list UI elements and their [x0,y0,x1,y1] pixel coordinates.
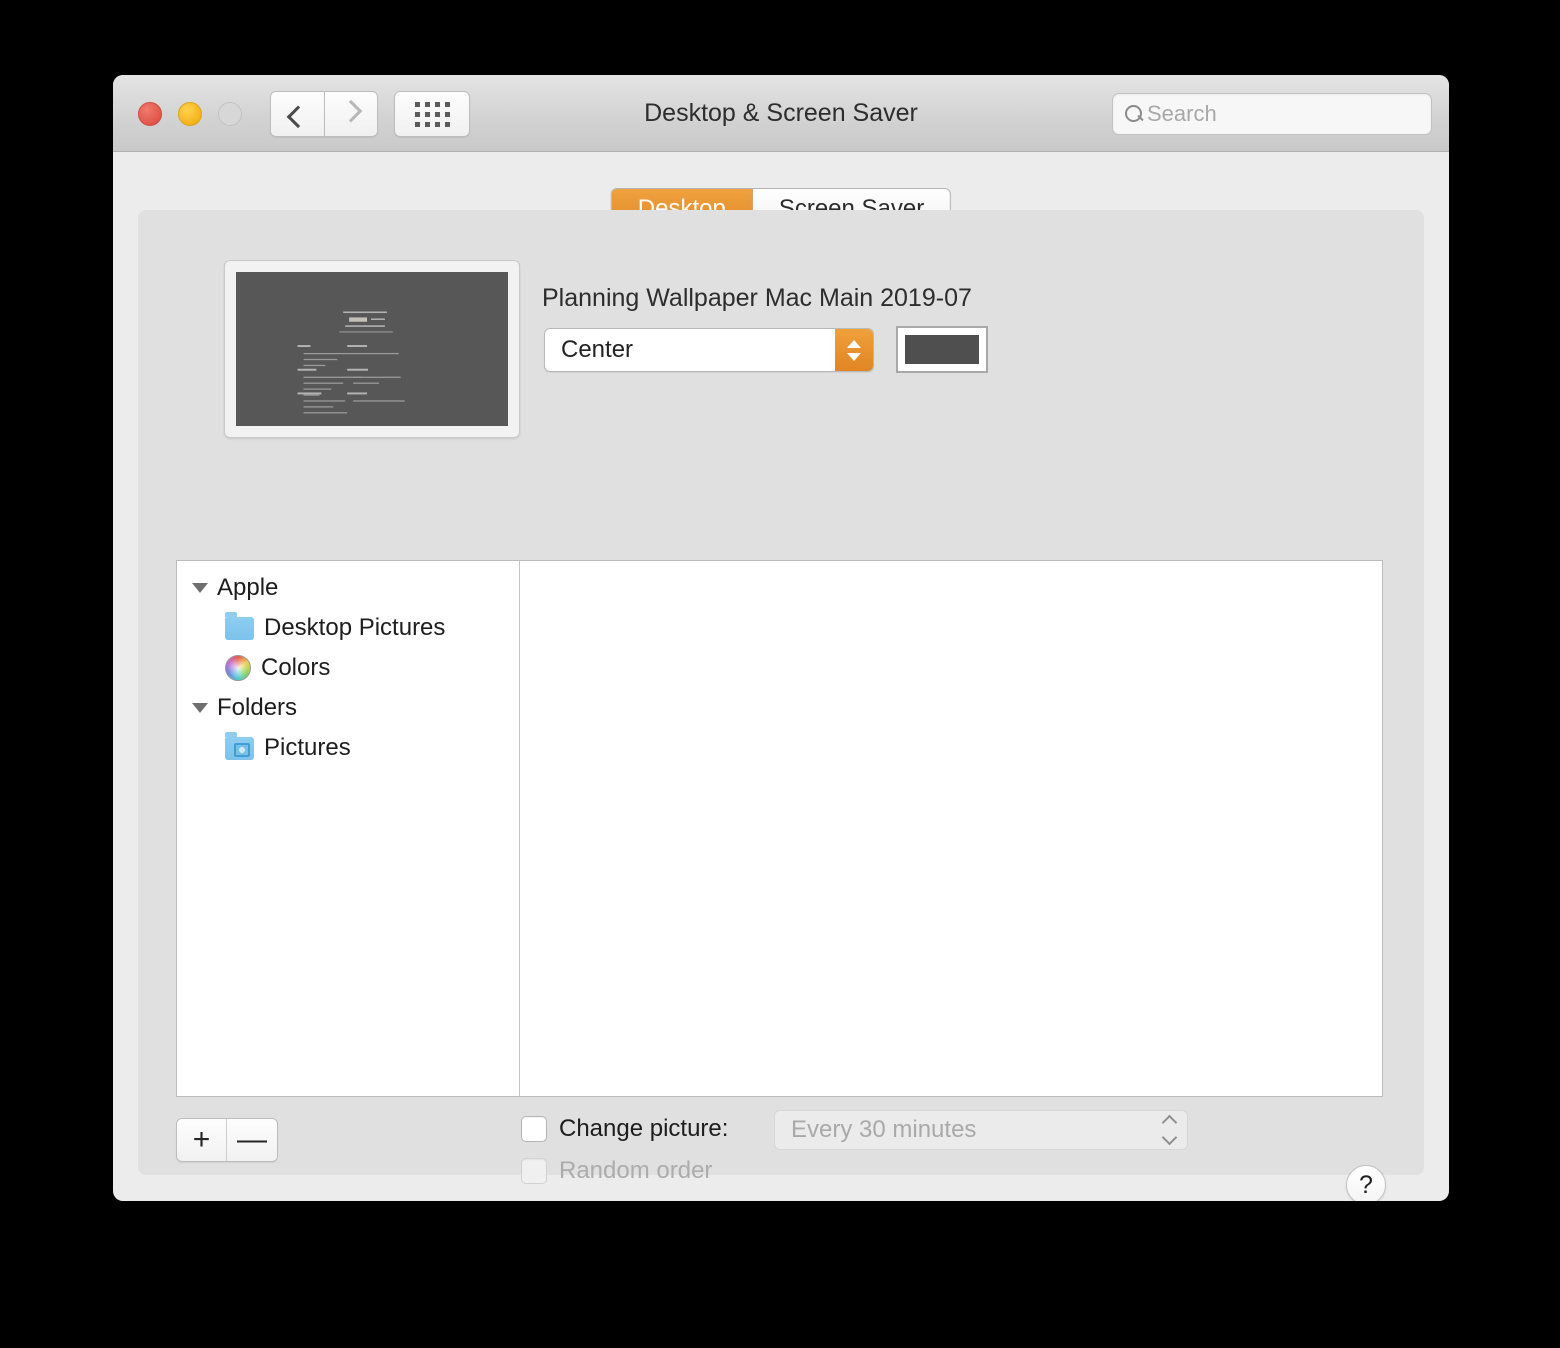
disclosure-triangle-open-icon[interactable] [192,583,208,593]
tree-group-folders[interactable]: Folders [177,688,519,728]
color-wheel-icon [225,655,251,681]
random-order-checkbox[interactable] [521,1158,547,1184]
change-picture-checkbox[interactable] [521,1116,547,1142]
window-titlebar: Desktop & Screen Saver Search [113,75,1449,152]
change-interval-popup[interactable]: Every 30 minutes [774,1110,1188,1150]
blue-folder-icon [225,611,254,640]
sidebar-item-colors[interactable]: Colors [177,648,519,688]
sidebar-item-label: Colors [261,654,331,681]
search-icon [1123,103,1145,125]
desktop-preview-image [236,272,508,426]
wallpaper-name-label: Planning Wallpaper Mac Main 2019-07 [542,284,972,312]
content-panel: Planning Wallpaper Mac Main 2019-07 Cent… [138,210,1424,1201]
sidebar-item-desktop-pictures[interactable]: Desktop Pictures [177,608,519,648]
tree-group-label: Folders [217,694,298,721]
tree-group-label: Apple [217,574,279,601]
sidebar-item-pictures[interactable]: Pictures [177,728,519,768]
search-placeholder: Search [1147,101,1217,126]
color-swatch [905,335,979,364]
search-input[interactable]: Search [1112,93,1432,135]
tree-group-apple[interactable]: Apple [177,568,519,608]
random-order-label: Random order [559,1157,713,1184]
add-remove-folder-buttons: + — [176,1118,278,1162]
stepper-updown-icon[interactable] [835,329,873,371]
disclosure-triangle-open-icon[interactable] [192,703,208,713]
system-preferences-window: Desktop & Screen Saver Search Desktop Sc… [113,75,1449,1201]
fill-style-value: Center [561,336,634,363]
random-order-row: Random order [521,1157,712,1185]
change-interval-value: Every 30 minutes [791,1116,977,1143]
sidebar-item-label: Desktop Pictures [264,614,446,641]
desktop-preview[interactable] [224,260,520,438]
picture-source-listbox: Apple Desktop Pictures Colors Folders Pi [176,560,1383,1097]
stepper-updown-icon[interactable] [1151,1114,1187,1146]
pictures-folder-icon [225,731,254,760]
help-button[interactable]: ? [1346,1165,1386,1201]
wallpaper-art [297,311,405,414]
background-color-well[interactable] [896,326,988,373]
picture-thumbnail-pane[interactable] [520,561,1382,1096]
add-folder-button[interactable]: + [177,1119,227,1161]
sidebar-item-label: Pictures [264,734,351,761]
change-picture-row: Change picture: [521,1115,728,1143]
source-tree[interactable]: Apple Desktop Pictures Colors Folders Pi [177,561,520,1096]
change-picture-label: Change picture: [559,1115,729,1142]
fill-style-popup[interactable]: Center [544,328,874,372]
remove-folder-button[interactable]: — [227,1119,277,1161]
